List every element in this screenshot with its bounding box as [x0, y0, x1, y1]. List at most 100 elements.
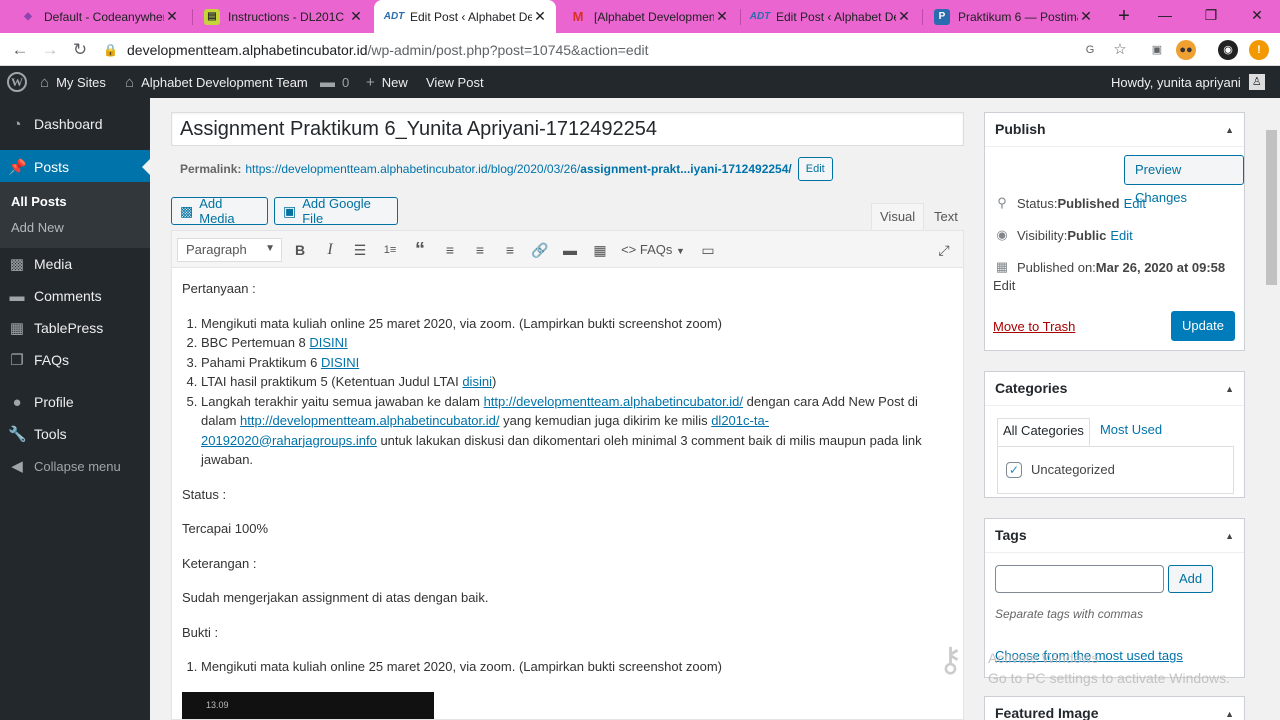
browser-tab[interactable]: ◆ Default - Codeanywhere ✕ — [8, 0, 188, 33]
collapse-triangle-icon[interactable]: ▲ — [1225, 125, 1234, 135]
italic-icon[interactable]: I — [318, 238, 342, 262]
window-close-button[interactable]: ✕ — [1234, 0, 1280, 33]
bullet-list-icon[interactable]: ☰ — [348, 238, 372, 262]
browser-tab[interactable]: P Praktikum 6 — Postimag ✕ — [922, 0, 1102, 33]
submenu-all-posts[interactable]: All Posts — [11, 194, 67, 209]
close-icon[interactable]: ✕ — [1078, 8, 1094, 25]
my-account-menu[interactable]: Howdy, yunita apriyani ♙ — [1111, 66, 1265, 98]
fullscreen-icon[interactable]: ⤢ — [932, 238, 956, 262]
update-alert-icon[interactable]: ! — [1249, 40, 1269, 60]
question-list: Mengikuti mata kuliah online 25 maret 20… — [201, 314, 942, 470]
collapse-triangle-icon[interactable]: ▲ — [1225, 384, 1234, 394]
align-right-icon[interactable]: ≡ — [498, 238, 522, 262]
wordpress-logo-icon[interactable]: W — [7, 66, 27, 98]
update-button[interactable]: Update — [1171, 311, 1235, 341]
align-center-icon[interactable]: ≡ — [468, 238, 492, 262]
disini-link[interactable]: disini — [462, 374, 492, 389]
back-icon[interactable]: ← — [7, 37, 33, 63]
disini-link[interactable]: DISINI — [321, 355, 359, 370]
restore-button[interactable]: ❐ — [1188, 0, 1234, 33]
faqs-dropdown[interactable]: <> FAQs ▼ — [618, 238, 688, 262]
google-file-icon: ▣ — [283, 202, 297, 219]
list-item-text: LTAI hasil praktikum 5 (Ketentuan Judul … — [201, 374, 463, 389]
editor-content[interactable]: Pertanyaan : Mengikuti mata kuliah onlin… — [182, 279, 942, 719]
browser-tab[interactable]: ADT Edit Post ‹ Alphabet Dev ✕ — [740, 0, 920, 33]
add-tag-button[interactable]: Add — [1168, 565, 1214, 593]
adt-icon: ADT — [383, 11, 405, 22]
preview-changes-button[interactable]: Preview Changes — [1124, 155, 1244, 205]
edit-status-link[interactable]: Edit — [1124, 196, 1146, 211]
bold-icon[interactable]: B — [288, 238, 312, 262]
collapse-menu-button[interactable]: ◀ Collapse menu — [0, 449, 150, 483]
scrollbar-thumb[interactable] — [1266, 130, 1277, 285]
permalink-link[interactable]: https://developmentteam.alphabetincubato… — [245, 162, 791, 176]
toolbar-toggle-icon[interactable]: ▦ — [588, 238, 612, 262]
my-sites-icon: ⌂ — [40, 73, 50, 91]
close-icon[interactable]: ✕ — [714, 8, 730, 25]
translate-icon[interactable]: G — [1080, 40, 1100, 60]
blockquote-icon[interactable]: “ — [408, 238, 432, 262]
shortcode-icon[interactable]: ▭ — [696, 238, 720, 262]
chevron-down-icon: ▼ — [676, 246, 685, 256]
close-icon[interactable]: ✕ — [896, 8, 912, 25]
edit-visibility-link[interactable]: Edit — [1110, 228, 1132, 243]
browser-tab[interactable]: ▤ Instructions - DL201C - S ✕ — [192, 0, 372, 33]
edit-date-link[interactable]: Edit — [993, 278, 1015, 293]
extension-icon[interactable]: ▣ — [1147, 40, 1167, 60]
keterangan-label: Keterangan : — [182, 555, 257, 571]
tab-all-categories[interactable]: All Categories — [997, 418, 1090, 446]
disini-link[interactable]: DISINI — [309, 335, 347, 350]
minimize-button[interactable]: — — [1142, 0, 1188, 33]
sidebar-item-dashboard[interactable]: ◔ Dashboard — [0, 107, 150, 141]
extension-eyes-icon[interactable]: ●● — [1176, 40, 1196, 60]
post-title-input[interactable]: Assignment Praktikum 6_Yunita Apriyani-1… — [171, 112, 964, 146]
howdy-label: Howdy, yunita apriyani — [1111, 74, 1241, 90]
profile-avatar-icon[interactable]: ◉ — [1218, 40, 1238, 60]
tag-input[interactable] — [995, 565, 1164, 593]
bookmark-star-icon[interactable]: ☆ — [1110, 40, 1130, 60]
add-google-file-button[interactable]: ▣ Add Google File — [274, 196, 398, 226]
close-icon[interactable]: ✕ — [348, 8, 364, 25]
tab-visual[interactable]: Visual — [871, 203, 925, 230]
url-bar[interactable]: 🔒 developmentteam.alphabetincubator.id/w… — [103, 36, 1143, 63]
post-editor[interactable]: Paragraph ▼ B I ☰ 1≡ “ ≡ ≡ ≡ 🔗 ▬ ▦ <> FA… — [171, 230, 964, 720]
move-to-trash-link[interactable]: Move to Trash — [993, 319, 1075, 334]
edit-permalink-button[interactable]: Edit — [797, 157, 833, 181]
new-content-menu[interactable]: + New — [366, 66, 408, 98]
add-media-button[interactable]: ▩ Add Media — [171, 196, 268, 226]
posts-submenu: All Posts Add New — [0, 182, 150, 248]
forward-icon[interactable]: → — [37, 37, 63, 63]
sidebar-item-tablepress[interactable]: ▦ TablePress — [0, 311, 150, 345]
numbered-list-icon[interactable]: 1≡ — [378, 238, 402, 262]
site-link[interactable]: http://developmentteam.alphabetincubator… — [240, 413, 499, 428]
sidebar-item-profile[interactable]: ● Profile — [0, 385, 150, 419]
sidebar-item-tools[interactable]: 🔧 Tools — [0, 417, 150, 451]
sidebar-item-faqs[interactable]: ❐ FAQs — [0, 343, 150, 377]
collapse-triangle-icon[interactable]: ▲ — [1225, 709, 1234, 719]
status-row: ⚲ Status: Published Edit — [995, 195, 1146, 211]
browser-tab-active[interactable]: ADT Edit Post ‹ Alphabet Dev ✕ — [374, 0, 556, 33]
site-name-menu[interactable]: ⌂ Alphabet Development Team — [125, 66, 308, 98]
tab-text[interactable]: Text — [925, 203, 967, 230]
site-link[interactable]: http://developmentteam.alphabetincubator… — [484, 394, 743, 409]
checkbox-checked-icon[interactable]: ✓ — [1006, 462, 1022, 478]
collapse-triangle-icon[interactable]: ▲ — [1225, 531, 1234, 541]
reload-icon[interactable]: ↻ — [67, 37, 93, 63]
sidebar-item-comments[interactable]: ▬ Comments — [0, 279, 150, 313]
read-more-icon[interactable]: ▬ — [558, 238, 582, 262]
browser-tab[interactable]: M [Alphabet Development ✕ — [558, 0, 738, 33]
align-left-icon[interactable]: ≡ — [438, 238, 462, 262]
view-post-link[interactable]: View Post — [426, 66, 484, 98]
submenu-add-new[interactable]: Add New — [11, 220, 64, 235]
link-icon[interactable]: 🔗 — [528, 238, 552, 262]
new-tab-button[interactable]: + — [1112, 4, 1136, 28]
close-icon[interactable]: ✕ — [164, 8, 180, 25]
sidebar-item-media[interactable]: ▩ Media — [0, 247, 150, 281]
my-sites-menu[interactable]: ⌂ My Sites — [40, 66, 106, 98]
comments-menu[interactable]: ▬ 0 — [320, 66, 349, 98]
format-select[interactable]: Paragraph ▼ — [177, 238, 282, 262]
screenshot-image[interactable]: 13.09 — [182, 691, 434, 719]
sidebar-item-posts[interactable]: 📌 Posts — [0, 150, 150, 184]
tab-most-used[interactable]: Most Used — [1090, 418, 1167, 446]
close-icon[interactable]: ✕ — [532, 8, 548, 25]
